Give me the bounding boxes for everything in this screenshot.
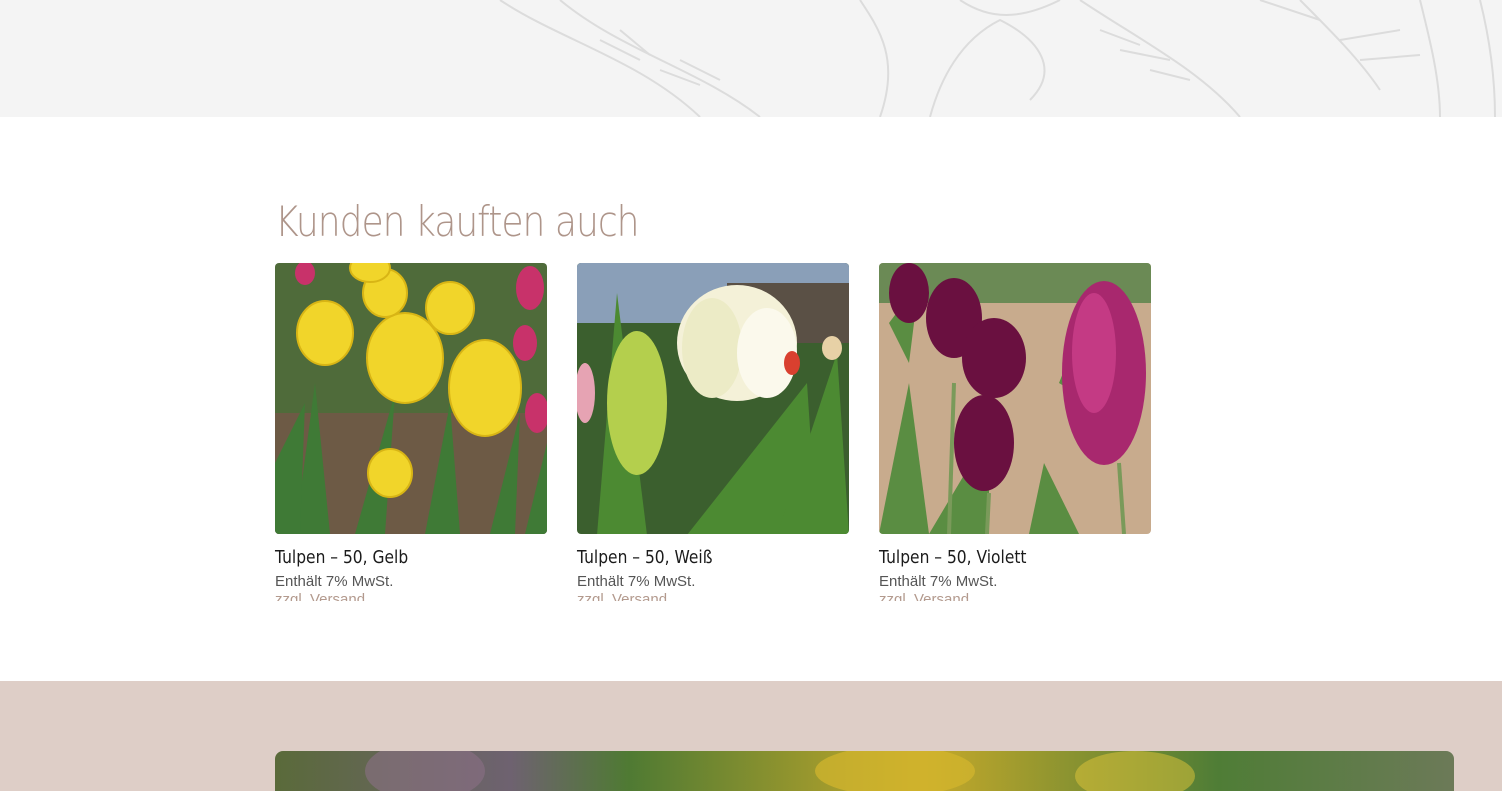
top-decorative-band bbox=[0, 0, 1502, 117]
shipping-link[interactable]: zzgl. Versand bbox=[577, 592, 849, 601]
shipping-note[interactable]: zzgl. Versand bbox=[577, 592, 849, 601]
bottom-band bbox=[0, 681, 1502, 791]
product-card[interactable]: Tulpen – 50, Gelb Enthält 7% MwSt. zzgl.… bbox=[275, 263, 547, 601]
shipping-link[interactable]: zzgl. Versand bbox=[879, 592, 1151, 601]
product-title[interactable]: Tulpen – 50, Gelb bbox=[275, 547, 509, 568]
product-image-violet-tulips[interactable] bbox=[879, 263, 1151, 534]
product-title[interactable]: Tulpen – 50, Weiß bbox=[577, 547, 811, 568]
tax-note: Enthält 7% MwSt. bbox=[879, 573, 998, 590]
product-image-yellow-tulips[interactable] bbox=[275, 263, 547, 534]
related-products-section: Kunden kauften auch Tulpen – 50, Gelb En… bbox=[0, 117, 1502, 681]
product-card[interactable]: Tulpen – 50, Violett Enthält 7% MwSt. zz… bbox=[879, 263, 1151, 601]
shipping-note[interactable]: zzgl. Versand bbox=[275, 592, 547, 601]
section-heading: Kunden kauften auch bbox=[275, 197, 640, 246]
product-card[interactable]: Tulpen – 50, Weiß Enthält 7% MwSt. zzgl.… bbox=[577, 263, 849, 601]
tax-note: Enthält 7% MwSt. bbox=[275, 573, 394, 590]
tax-note: Enthält 7% MwSt. bbox=[577, 573, 696, 590]
product-title[interactable]: Tulpen – 50, Violett bbox=[879, 547, 1113, 568]
shipping-note[interactable]: zzgl. Versand bbox=[879, 592, 1151, 601]
banner-image bbox=[275, 751, 1454, 791]
product-image-white-tulip[interactable] bbox=[577, 263, 849, 534]
floral-line-art bbox=[499, 0, 1496, 117]
shipping-link[interactable]: zzgl. Versand bbox=[275, 592, 547, 601]
